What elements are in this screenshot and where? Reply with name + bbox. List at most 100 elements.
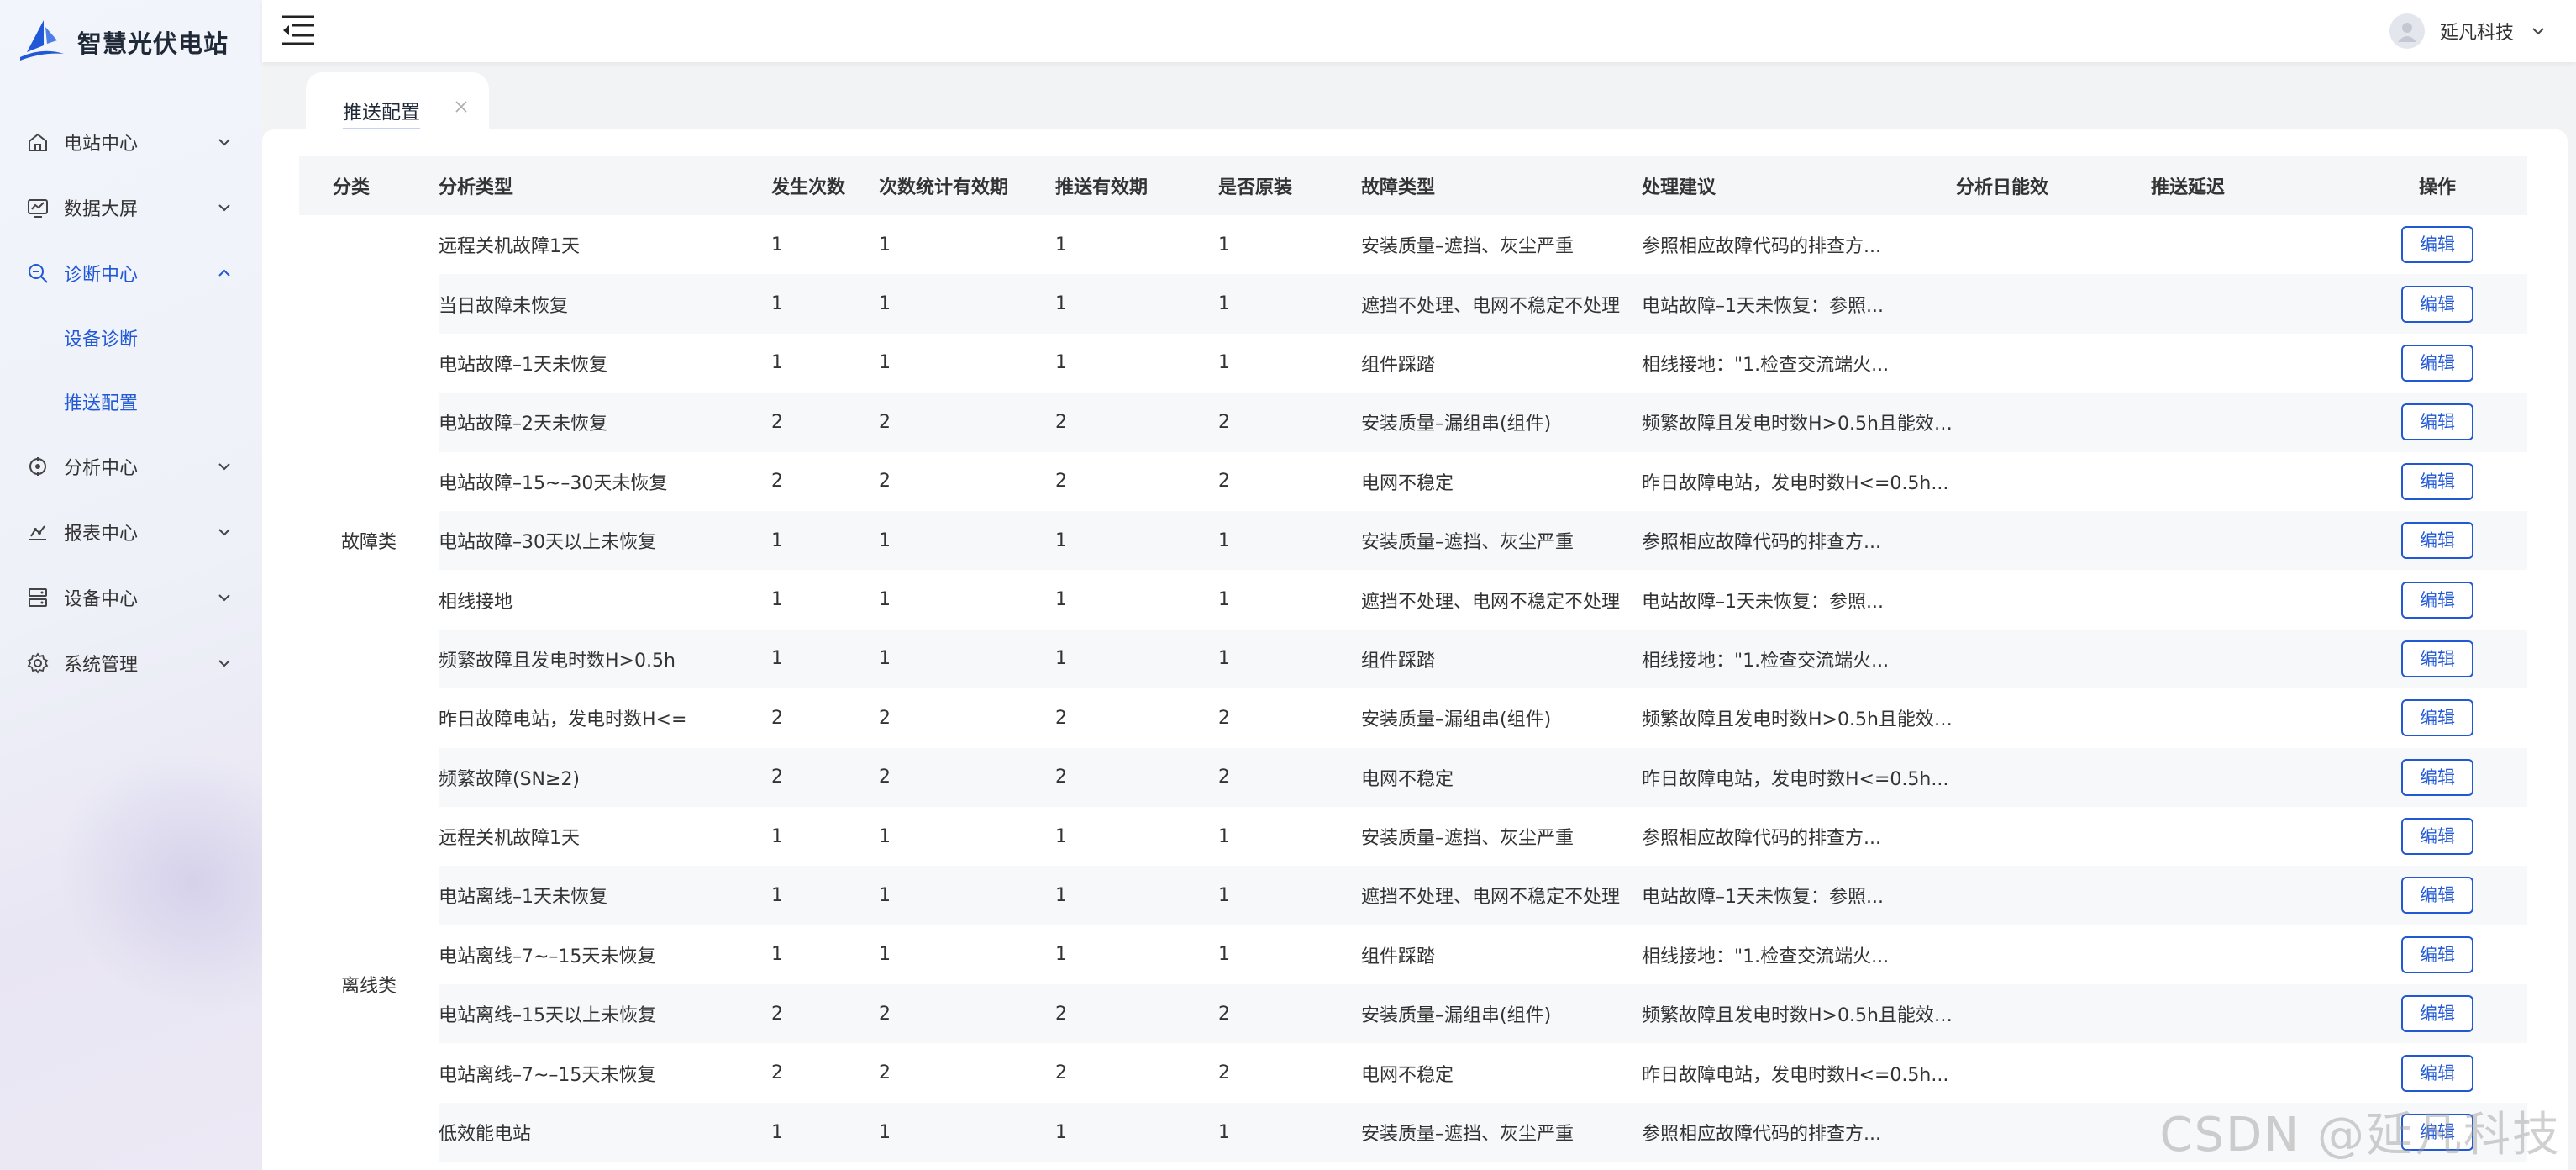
table-cell: 1: [1218, 589, 1230, 611]
column-header: 发生次数: [771, 177, 846, 198]
table-cell: 1: [879, 352, 891, 374]
table-cell: 2: [1218, 471, 1230, 493]
table-cell: 1: [1218, 352, 1230, 374]
tab-push-config[interactable]: 推送配置: [306, 72, 489, 133]
table-cell: 频繁故障且发电时数H>0.5h: [439, 629, 771, 689]
column-header: 处理建议: [1642, 177, 1716, 198]
table-cell: [2151, 510, 2347, 571]
sidebar-subitem-push-config[interactable]: 推送配置: [0, 370, 262, 434]
table-cell: [1956, 215, 2151, 274]
table-cell: 电站故障–1天未恢复：参照...: [1642, 274, 1956, 334]
user-menu[interactable]: 延凡科技: [2389, 10, 2547, 52]
edit-button[interactable]: 编辑: [2401, 640, 2473, 677]
brand[interactable]: 智慧光伏电站: [18, 18, 229, 66]
edit-button[interactable]: 编辑: [2401, 403, 2473, 441]
table-cell: 频繁故障且发电时数H>0.5h且能效低于...: [1642, 709, 1956, 731]
table-cell: 1: [1055, 352, 1067, 374]
edit-button[interactable]: 编辑: [2401, 344, 2473, 382]
table-cell: 安装质量–遮挡、灰尘严重: [1361, 510, 1642, 571]
push-config-table: 分类 分析类型 发生次数 次数统计有效期 推送有效期 是否原装 故障类型 处理建议 分析日能效 推…: [299, 156, 2527, 1162]
table-row: 电站故障–1天未恢复 1 1 1 1 组件踩踏 相线接地："1.检查交流端火... 编辑: [299, 334, 2527, 393]
main-content: 分类 分析类型 发生次数 次数统计有效期 推送有效期 是否原装 故障类型 处理建议 分析日能效 推…: [262, 129, 2568, 1170]
table-cell: 相线接地："1.检查交流端火...: [1642, 946, 1890, 967]
table-cell: 1: [1055, 510, 1218, 571]
edit-button[interactable]: 编辑: [2401, 935, 2473, 973]
table-cell: [2151, 215, 2347, 274]
table-cell: [2151, 807, 2347, 866]
table-cell: 2: [1055, 984, 1218, 1044]
operation-cell: 编辑: [2347, 807, 2527, 866]
table-cell: 1: [771, 1102, 879, 1162]
table-cell: 1: [1055, 629, 1218, 689]
operation-cell: 编辑: [2347, 334, 2527, 393]
chevron-down-icon: [218, 660, 230, 667]
table-cell: 2: [1218, 984, 1361, 1044]
sidebar-item-label: 诊断中心: [64, 265, 139, 286]
column-header: 分析类型: [439, 177, 513, 198]
table-cell: 2: [1218, 393, 1361, 452]
settings-icon: [25, 651, 50, 676]
chart-screen-icon: [25, 195, 50, 220]
table-cell: 1: [1218, 274, 1361, 334]
table-cell: 1: [771, 866, 879, 925]
table-cell: 1: [879, 1102, 1055, 1162]
table-cell: 1: [771, 944, 783, 966]
table-row: 电站故障–2天未恢复 2 2 2 2 安装质量–漏组串(组件) 频繁故障且发电时数H>0.5…: [299, 393, 2527, 452]
table-body: 故障类 远程关机故障1天 1 1 1 1 安装质量–遮挡、灰尘严重 参照相应故障代码的排查方.…: [299, 215, 2527, 1162]
table-cell: 2: [771, 393, 879, 452]
edit-button[interactable]: 编辑: [2401, 285, 2473, 323]
chevron-up-icon: [218, 269, 230, 277]
edit-button[interactable]: 编辑: [2401, 522, 2473, 560]
operation-cell: 编辑: [2347, 688, 2527, 747]
table-cell: 频繁故障且发电时数H>0.5h且能效低于...: [1642, 984, 1956, 1044]
table-row: 电站离线–7~–15天未恢复 2 2 2 2 电网不稳定 昨日故障电站，发电时数H<=0.5…: [299, 1043, 2527, 1102]
column-header: 推送延迟: [2151, 177, 2226, 198]
close-icon[interactable]: [454, 99, 469, 114]
table-cell: 1: [1055, 589, 1067, 611]
edit-button[interactable]: 编辑: [2401, 462, 2473, 500]
table-cell: [1956, 393, 2151, 452]
chevron-down-icon: [218, 594, 230, 602]
diagnose-icon: [25, 261, 50, 286]
edit-button[interactable]: 编辑: [2401, 995, 2473, 1033]
sidebar-item-system-management[interactable]: 系统管理: [0, 630, 262, 696]
edit-button[interactable]: 编辑: [2401, 877, 2473, 914]
sidebar-item-label: 系统管理: [64, 655, 139, 676]
table-cell: 组件踩踏: [1361, 629, 1642, 689]
table-cell: 1: [1055, 944, 1067, 966]
menu-collapse-icon[interactable]: [281, 13, 316, 47]
table-cell: 2: [879, 707, 891, 729]
table-cell: 参照相应故障代码的排查方...: [1642, 236, 1881, 258]
sidebar-item-label: 数据大屏: [64, 199, 139, 220]
table-cell: 电站故障–1天未恢复: [439, 354, 607, 376]
edit-button[interactable]: 编辑: [2401, 226, 2473, 264]
table-cell: 1: [879, 825, 891, 847]
sidebar-item-diagnosis-center[interactable]: 诊断中心: [0, 240, 262, 306]
tab-label: 推送配置: [343, 96, 420, 130]
sidebar-item-data-screen[interactable]: 数据大屏: [0, 175, 262, 240]
operation-cell: 编辑: [2347, 452, 2527, 511]
edit-button[interactable]: 编辑: [2401, 699, 2473, 737]
sidebar-item-device-center[interactable]: 设备中心: [0, 565, 262, 630]
edit-button[interactable]: 编辑: [2401, 581, 2473, 619]
sidebar-item-station-center[interactable]: 电站中心: [0, 109, 262, 175]
table-cell: 1: [1055, 1102, 1218, 1162]
edit-button[interactable]: 编辑: [2401, 758, 2473, 796]
table-cell: 安装质量–漏组串(组件): [1361, 393, 1642, 452]
edit-button[interactable]: 编辑: [2401, 1054, 2473, 1092]
logo-icon: [18, 18, 66, 66]
sidebar-item-report-center[interactable]: 报表中心: [0, 499, 262, 565]
table-cell: 1: [1218, 825, 1230, 847]
table-row: 昨日故障电站，发电时数H<= 2 2 2 2 安装质量–漏组串(组件) 频繁故障且发电时数H…: [299, 688, 2527, 747]
sidebar-item-analysis-center[interactable]: 分析中心: [0, 434, 262, 499]
edit-button[interactable]: 编辑: [2401, 818, 2473, 856]
table-cell: 1: [771, 589, 783, 611]
category-cell: [299, 1102, 439, 1162]
column-header: 分类: [333, 177, 371, 198]
sidebar-subitem-device-diagnosis[interactable]: 设备诊断: [0, 306, 262, 370]
table-cell: 电站离线–7~–15天未恢复: [439, 946, 656, 967]
table-cell: 遮挡不处理、电网不稳定不处理: [1361, 591, 1621, 613]
table-cell: [2151, 274, 2347, 334]
table-cell: [1956, 510, 2151, 571]
operation-cell: 编辑: [2347, 274, 2527, 334]
